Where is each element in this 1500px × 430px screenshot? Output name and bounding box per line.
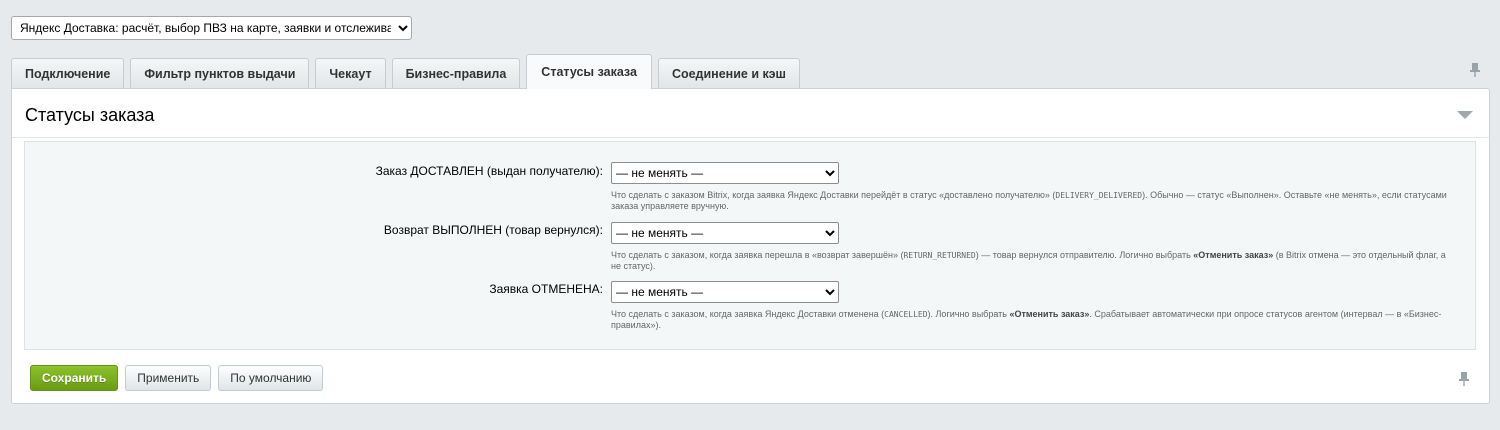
hint-text: Что сделать с заказом Bitrix, когда заяв… (611, 190, 1056, 200)
form-area: Заказ ДОСТАВЛЕН (выдан получателю): — не… (24, 141, 1476, 350)
pin-icon[interactable] (1458, 371, 1470, 387)
apply-button[interactable]: Применить (125, 365, 212, 391)
divider (12, 137, 1489, 138)
cancelled-label: Заявка ОТМЕНЕНА: (489, 282, 603, 296)
pin-icon[interactable] (1469, 62, 1481, 78)
tab-connection-cache[interactable]: Соединение и кэш (657, 58, 800, 88)
module-select[interactable]: Яндекс Доставка: расчёт, выбор ПВЗ на ка… (11, 16, 412, 40)
tab-checkout[interactable]: Чекаут (315, 58, 386, 88)
delivered-label: Заказ ДОСТАВЛЕН (выдан получателю): (375, 164, 603, 178)
hint-code: CANCELLED (884, 310, 928, 319)
delivered-hint: Что сделать с заказом Bitrix, когда заяв… (611, 190, 1456, 212)
hint-code: RETURN_RETURNED (903, 251, 976, 260)
delivered-status-select[interactable]: — не менять — (611, 162, 839, 184)
save-button[interactable]: Сохранить (30, 365, 119, 391)
returned-label: Возврат ВЫПОЛНЕН (товар вернулся): (383, 223, 603, 237)
hint-text: Что сделать с заказом, когда заявка Янде… (611, 309, 885, 319)
hint-text: Что сделать с заказом, когда заявка пере… (611, 250, 904, 260)
hint-text: ). Логично выбрать (927, 309, 1010, 319)
collapse-icon[interactable] (1457, 111, 1473, 119)
returned-status-select[interactable]: — не менять — (611, 222, 839, 244)
hint-bold: «Отменить заказ» (1193, 250, 1274, 260)
hint-code: DELIVERY_DELIVERED (1055, 191, 1143, 200)
tab-connection[interactable]: Подключение (11, 58, 125, 88)
settings-panel: Статусы заказа Заказ ДОСТАВЛЕН (выдан по… (11, 88, 1490, 404)
tab-business-rules[interactable]: Бизнес-правила (391, 58, 521, 88)
tab-order-statuses[interactable]: Статусы заказа (526, 54, 652, 89)
hint-bold: «Отменить заказ» (1009, 309, 1090, 319)
hint-text: ) — товар вернулся отправителю. Логично … (975, 250, 1194, 260)
form-footer: Сохранить Применить По умолчанию (30, 365, 330, 391)
cancelled-status-select[interactable]: — не менять — (611, 281, 839, 303)
cancelled-hint: Что сделать с заказом, когда заявка Янде… (611, 309, 1456, 331)
default-button[interactable]: По умолчанию (218, 365, 324, 391)
tab-pickup-filter[interactable]: Фильтр пунктов выдачи (130, 58, 310, 88)
tab-bar: Подключение Фильтр пунктов выдачи Чекаут… (11, 54, 806, 89)
panel-title: Статусы заказа (25, 105, 155, 125)
returned-hint: Что сделать с заказом, когда заявка пере… (611, 250, 1456, 272)
